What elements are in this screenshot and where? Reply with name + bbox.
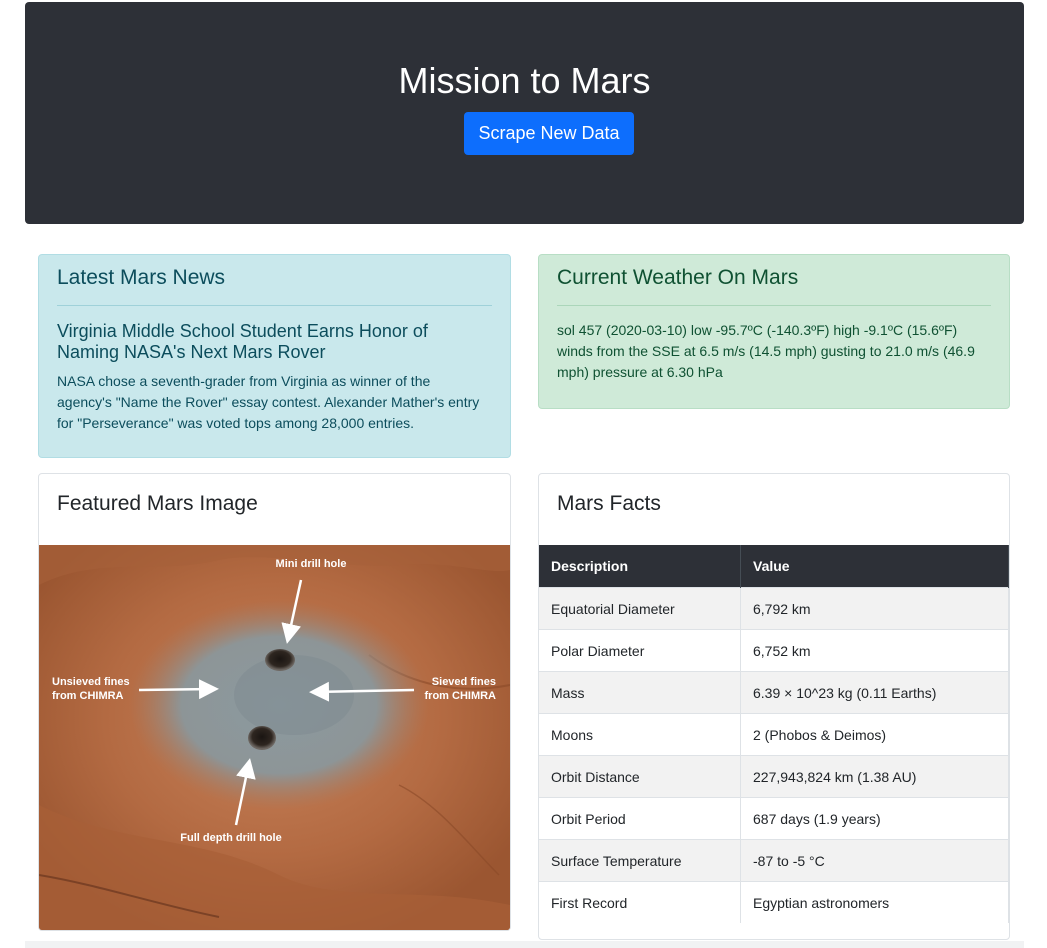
label-sieved-line2: from CHIMRA xyxy=(425,690,497,702)
table-row: First Record Egyptian astronomers xyxy=(539,881,1009,923)
table-cell-value: 6,792 km xyxy=(740,587,1009,630)
table-cell-description: Mass xyxy=(539,671,741,714)
table-row: Surface Temperature -87 to -5 °C xyxy=(539,839,1009,882)
table-row: Moons 2 (Phobos & Deimos) xyxy=(539,713,1009,756)
mars-facts-heading: Mars Facts xyxy=(557,492,661,515)
table-cell-value: 227,943,824 km (1.38 AU) xyxy=(740,755,1009,798)
table-row: Equatorial Diameter 6,792 km xyxy=(539,587,1009,630)
weather-panel: Current Weather On Mars sol 457 (2020-03… xyxy=(538,254,1010,409)
table-cell-value: 687 days (1.9 years) xyxy=(740,797,1009,840)
label-full-depth-drill-hole: Full depth drill hole xyxy=(180,832,281,844)
news-divider xyxy=(57,305,492,306)
footer-strip xyxy=(25,941,1024,948)
table-cell-description: Surface Temperature xyxy=(539,839,741,882)
mars-facts-table: Description Value Equatorial Diameter 6,… xyxy=(539,545,1009,923)
column-header-value: Value xyxy=(740,545,1009,588)
weather-divider xyxy=(557,305,991,306)
table-cell-value: -87 to -5 °C xyxy=(740,839,1009,882)
featured-image-heading: Featured Mars Image xyxy=(57,492,258,515)
scrape-new-data-button[interactable]: Scrape New Data xyxy=(464,112,634,155)
latest-news-panel: Latest Mars News Virginia Middle School … xyxy=(38,254,511,458)
table-row: Polar Diameter 6,752 km xyxy=(539,629,1009,672)
column-header-description: Description xyxy=(539,545,741,588)
mars-facts-card: Mars Facts Description Value Equatorial … xyxy=(538,473,1010,940)
table-cell-value: 2 (Phobos & Deimos) xyxy=(740,713,1009,756)
table-cell-description: Moons xyxy=(539,713,741,756)
weather-heading: Current Weather On Mars xyxy=(557,266,799,289)
table-cell-value: 6,752 km xyxy=(740,629,1009,672)
table-header-row: Description Value xyxy=(539,545,1009,588)
label-unsieved-line2: from CHIMRA xyxy=(52,690,124,702)
news-paragraph: NASA chose a seventh-grader from Virgini… xyxy=(57,373,480,431)
jumbotron-header: Mission to Mars Scrape New Data xyxy=(25,2,1024,224)
table-cell-description: Orbit Period xyxy=(539,797,741,840)
featured-image-card: Featured Mars Image Mini drill hole Unsi… xyxy=(38,473,511,931)
table-cell-description: First Record xyxy=(539,881,741,923)
table-row: Orbit Distance 227,943,824 km (1.38 AU) xyxy=(539,755,1009,798)
latest-news-heading: Latest Mars News xyxy=(57,266,226,289)
featured-mars-image: Mini drill hole Unsieved fines from CHIM… xyxy=(39,545,510,930)
table-row: Orbit Period 687 days (1.9 years) xyxy=(539,797,1009,840)
table-cell-description: Equatorial Diameter xyxy=(539,587,741,630)
news-title: Virginia Middle School Student Earns Hon… xyxy=(57,321,428,362)
weather-text: sol 457 (2020-03-10) low -95.7ºC (-140.3… xyxy=(557,322,975,380)
table-cell-value: Egyptian astronomers xyxy=(740,881,1009,923)
page-title: Mission to Mars xyxy=(398,60,651,101)
label-sieved-line1: Sieved fines xyxy=(432,676,496,688)
table-cell-description: Polar Diameter xyxy=(539,629,741,672)
table-cell-value: 6.39 × 10^23 kg (0.11 Earths) xyxy=(740,671,1009,714)
label-mini-drill-hole: Mini drill hole xyxy=(276,558,347,570)
label-unsieved-line1: Unsieved fines xyxy=(52,676,130,688)
table-row: Mass 6.39 × 10^23 kg (0.11 Earths) xyxy=(539,671,1009,714)
table-cell-description: Orbit Distance xyxy=(539,755,741,798)
